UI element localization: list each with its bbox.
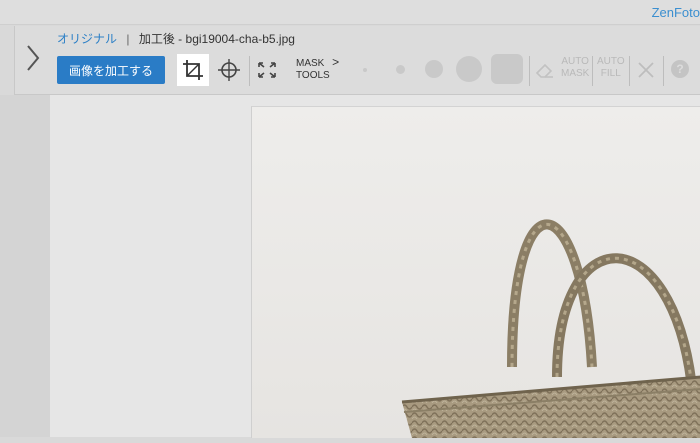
fit-arrows-icon bbox=[258, 62, 276, 78]
brush-size-xs[interactable] bbox=[363, 68, 367, 72]
process-image-button[interactable]: 画像を加工する bbox=[57, 56, 165, 84]
toolbar-divider bbox=[249, 56, 250, 86]
auto-mask-line2: MASK bbox=[561, 68, 590, 79]
photo-canvas[interactable] bbox=[251, 106, 700, 438]
brand-logo: ZenFoto bbox=[651, 5, 700, 20]
auto-fill-line2: FILL bbox=[600, 68, 621, 79]
mask-tools-chevron: > bbox=[332, 55, 340, 69]
fit-tool-button[interactable] bbox=[251, 54, 283, 86]
file-name: bgi19004-cha-b5.jpg bbox=[185, 32, 295, 46]
close-tool-button[interactable] bbox=[630, 54, 662, 86]
basket-photo bbox=[252, 107, 700, 438]
mask-tools-line1: MASK bbox=[296, 58, 325, 69]
auto-fill-line1: AUTO bbox=[597, 56, 625, 67]
eraser-icon bbox=[535, 63, 553, 78]
edited-label: 加工後 - bbox=[138, 32, 183, 46]
auto-fill-button[interactable]: AUTO FILL bbox=[597, 56, 625, 80]
breadcrumb-separator: | bbox=[126, 32, 130, 46]
auto-mask-button[interactable]: AUTO MASK bbox=[561, 56, 589, 80]
crop-icon bbox=[183, 60, 203, 80]
target-tool-button[interactable] bbox=[213, 54, 245, 86]
brush-size-m[interactable] bbox=[425, 60, 443, 78]
help-icon[interactable]: ? bbox=[671, 60, 689, 78]
brush-size-s[interactable] bbox=[396, 65, 405, 74]
breadcrumb: オリジナル | 加工後 - bgi19004-cha-b5.jpg bbox=[57, 30, 295, 47]
close-icon bbox=[638, 62, 654, 78]
brush-size-l[interactable] bbox=[456, 56, 482, 82]
original-link[interactable]: オリジナル bbox=[57, 32, 117, 46]
chevron-right-icon[interactable] bbox=[25, 43, 41, 73]
mask-tools-button[interactable]: MASK > TOOLS bbox=[296, 56, 339, 82]
mask-tools-line2: TOOLS bbox=[296, 70, 330, 81]
toolbar-divider bbox=[663, 56, 664, 86]
auto-mask-line1: AUTO bbox=[561, 56, 589, 67]
crop-tool-button[interactable] bbox=[177, 54, 209, 86]
left-gutter bbox=[0, 95, 50, 437]
crosshair-icon bbox=[218, 59, 240, 81]
eraser-tool-button[interactable] bbox=[529, 54, 561, 86]
toolbar-divider bbox=[592, 56, 593, 86]
editor-toolbar: オリジナル | 加工後 - bgi19004-cha-b5.jpg 画像を加工す… bbox=[14, 26, 700, 95]
brush-size-xl[interactable] bbox=[491, 54, 523, 84]
top-bar: ZenFoto bbox=[0, 0, 700, 25]
